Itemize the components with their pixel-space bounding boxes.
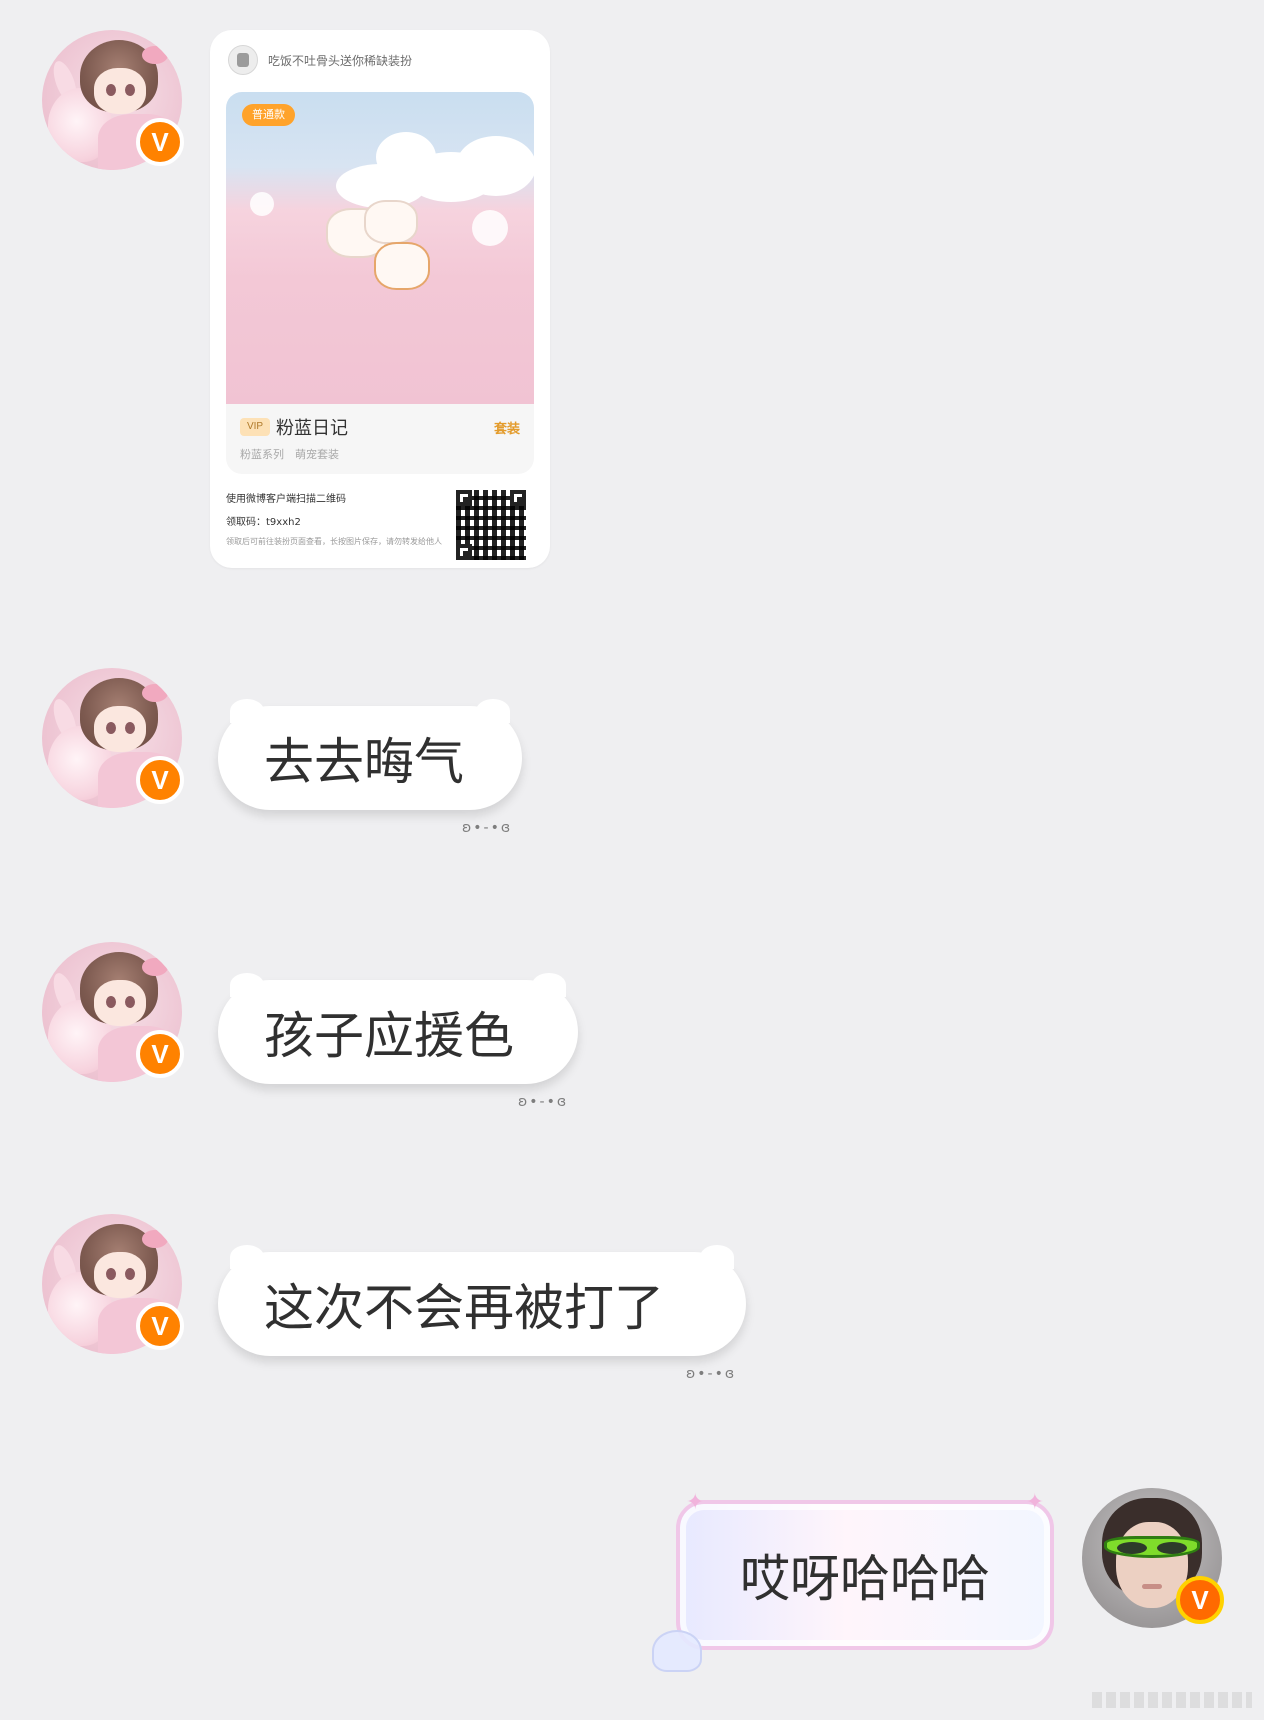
message-bubble[interactable]: 这次不会再被打了	[218, 1245, 746, 1356]
message-bubble[interactable]: 孩子应援色	[218, 973, 578, 1084]
bubble-decoration: ʚ•-•ɞ	[462, 820, 513, 836]
jellyfish-decoration	[652, 1630, 702, 1672]
watermark	[1092, 1692, 1252, 1708]
suit-info: VIP 粉蓝日记 套装 粉蓝系列 萌宠套装	[226, 404, 534, 474]
message-text: 去去晦气	[264, 733, 464, 791]
self-avatar[interactable]: V	[1082, 1488, 1224, 1628]
footer-note: 领取后可前往装扮页面查看，长按图片保存，请勿转发给他人	[226, 537, 442, 546]
footer-instruction: 使用微博客户端扫描二维码	[226, 494, 346, 505]
share-card[interactable]: 吃饭不吐骨头送你稀缺装扮 普通款 VIP 粉蓝日记 套装 粉蓝系列 萌宠套装 使…	[210, 30, 550, 568]
bubble-decoration: ʚ•-•ɞ	[518, 1094, 569, 1110]
suit-name: 粉蓝日记	[276, 418, 348, 439]
card-header: 吃饭不吐骨头送你稀缺装扮	[228, 42, 538, 78]
app-icon	[228, 45, 258, 75]
verified-badge: V	[136, 756, 184, 804]
cats-illustration	[326, 200, 436, 296]
verified-badge: V	[136, 118, 184, 166]
suit-type: 套装	[493, 422, 520, 437]
sender-avatar[interactable]: V	[42, 668, 184, 808]
message-text: 孩子应援色	[264, 1007, 514, 1065]
redeem-code: 领取码：t9xxh2	[226, 517, 301, 528]
qr-code[interactable]	[456, 490, 526, 560]
verified-badge: V	[1176, 1576, 1224, 1624]
sender-avatar[interactable]: V	[42, 30, 184, 170]
verified-badge: V	[136, 1302, 184, 1350]
suit-tags: 粉蓝系列 萌宠套装	[240, 448, 339, 461]
message-text: 这次不会再被打了	[264, 1279, 664, 1337]
outgoing-message-bubble[interactable]: ✦ ✦ 哎呀哈哈哈	[652, 1490, 1054, 1672]
suit-preview-image[interactable]: 普通款	[226, 92, 534, 404]
verified-badge: V	[136, 1030, 184, 1078]
bubble-decoration: ʚ•-•ɞ	[686, 1366, 737, 1382]
suit-tag: 普通款	[242, 104, 295, 126]
vip-badge: VIP	[240, 418, 270, 436]
sender-avatar[interactable]: V	[42, 1214, 184, 1354]
message-bubble[interactable]: 去去晦气	[218, 699, 522, 810]
card-footer: 使用微博客户端扫描二维码 领取码：t9xxh2 领取后可前往装扮页面查看，长按图…	[226, 480, 444, 560]
card-header-text: 吃饭不吐骨头送你稀缺装扮	[268, 53, 413, 68]
outgoing-message-text: 哎呀哈哈哈	[740, 1550, 990, 1608]
sender-avatar[interactable]: V	[42, 942, 184, 1082]
